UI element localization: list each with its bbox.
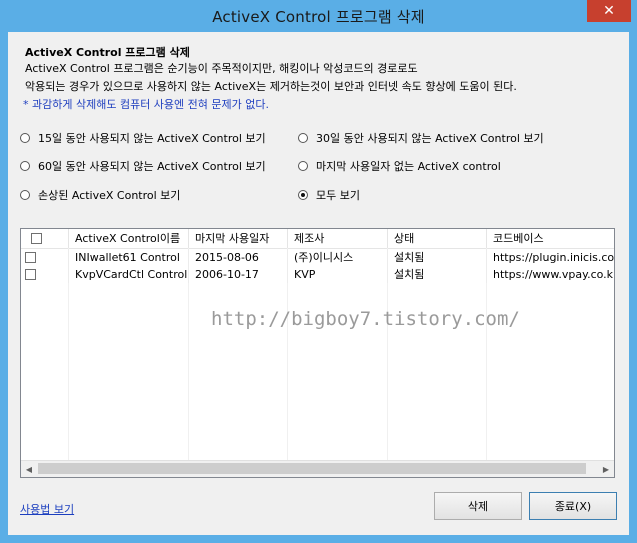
- dialog-body: ActiveX Control 프로그램 삭제 ActiveX Control …: [8, 32, 629, 535]
- cell-last-used: 2006-10-17: [189, 266, 288, 283]
- filter-label: 30일 동안 사용되지 않는 ActiveX Control 보기: [316, 132, 544, 145]
- description-line-2: 악용되는 경우가 있으므로 사용하지 않는 ActiveX는 제거하는것이 보안…: [25, 80, 517, 93]
- window-title: ActiveX Control 프로그램 삭제: [212, 8, 425, 26]
- watermark-text: http://bigboy7.tistory.com/: [211, 308, 520, 330]
- cell-status: 설치됨: [388, 266, 487, 283]
- filter-15-days-radio[interactable]: 15일 동안 사용되지 않는 ActiveX Control 보기: [20, 130, 266, 146]
- row-checkbox[interactable]: [25, 269, 36, 280]
- select-all-checkbox[interactable]: [31, 233, 42, 244]
- cell-codebase: https://www.vpay.co.kr: [487, 266, 614, 283]
- row-checkbox-cell[interactable]: [21, 249, 69, 266]
- description-line-1: ActiveX Control 프로그램은 순기능이 주목적이지만, 해킹이나 …: [25, 62, 418, 75]
- radio-indicator-selected: [298, 190, 308, 200]
- radio-indicator: [20, 190, 30, 200]
- app-window: ActiveX Control 프로그램 삭제 ✕ ActiveX Contro…: [0, 0, 637, 543]
- filter-30-days-radio[interactable]: 30일 동안 사용되지 않는 ActiveX Control 보기: [298, 130, 544, 146]
- radio-indicator: [20, 161, 30, 171]
- scroll-right-icon[interactable]: ▶: [598, 461, 614, 477]
- radio-indicator: [20, 133, 30, 143]
- close-window-button[interactable]: ✕: [587, 0, 631, 22]
- cell-status: 설치됨: [388, 249, 487, 266]
- horizontal-scrollbar[interactable]: ◀ ▶: [21, 460, 614, 477]
- filter-damaged-radio[interactable]: 손상된 ActiveX Control 보기: [20, 187, 180, 203]
- row-checkbox[interactable]: [25, 252, 36, 263]
- filter-show-all-radio[interactable]: 모두 보기: [298, 187, 360, 203]
- delete-button[interactable]: 삭제: [434, 492, 522, 520]
- table-row[interactable]: INIwallet61 Control 2015-08-06 (주)이니시스 설…: [21, 249, 614, 266]
- exit-button[interactable]: 종료(X): [529, 492, 617, 520]
- filter-label: 마지막 사용일자 없는 ActiveX control: [316, 160, 501, 173]
- filter-60-days-radio[interactable]: 60일 동안 사용되지 않는 ActiveX Control 보기: [20, 158, 266, 174]
- title-bar[interactable]: ActiveX Control 프로그램 삭제 ✕: [0, 0, 637, 32]
- filter-label: 모두 보기: [316, 189, 360, 202]
- column-header-last-used[interactable]: 마지막 사용일자: [189, 229, 288, 248]
- filter-label: 15일 동안 사용되지 않는 ActiveX Control 보기: [38, 132, 266, 145]
- column-header-codebase[interactable]: 코드베이스: [487, 229, 614, 248]
- note-text: * 과감하게 삭제해도 컴퓨터 사용엔 전혀 문제가 없다.: [23, 98, 269, 111]
- filter-label: 60일 동안 사용되지 않는 ActiveX Control 보기: [38, 160, 266, 173]
- table-row[interactable]: KvpVCardCtl Control 2006-10-17 KVP 설치됨 h…: [21, 266, 614, 283]
- radio-indicator: [298, 133, 308, 143]
- help-link[interactable]: 사용법 보기: [20, 501, 74, 517]
- scroll-left-icon[interactable]: ◀: [21, 461, 37, 477]
- cell-vendor: KVP: [288, 266, 388, 283]
- cell-vendor: (주)이니시스: [288, 249, 388, 266]
- activex-list[interactable]: ActiveX Control이름 마지막 사용일자 제조사 상태 코드베이스 …: [20, 228, 615, 478]
- section-title: ActiveX Control 프로그램 삭제: [25, 46, 190, 59]
- filter-no-date-radio[interactable]: 마지막 사용일자 없는 ActiveX control: [298, 158, 501, 174]
- scrollbar-thumb[interactable]: [38, 463, 586, 474]
- cell-last-used: 2015-08-06: [189, 249, 288, 266]
- column-header-name[interactable]: ActiveX Control이름: [69, 229, 189, 248]
- cell-name: KvpVCardCtl Control: [69, 266, 189, 283]
- cell-name: INIwallet61 Control: [69, 249, 189, 266]
- column-header-select-all[interactable]: [21, 229, 69, 248]
- column-header-status[interactable]: 상태: [388, 229, 487, 248]
- radio-indicator: [298, 161, 308, 171]
- filter-label: 손상된 ActiveX Control 보기: [38, 189, 181, 202]
- list-header: ActiveX Control이름 마지막 사용일자 제조사 상태 코드베이스: [21, 229, 614, 249]
- column-header-vendor[interactable]: 제조사: [288, 229, 388, 248]
- cell-codebase: https://plugin.inicis.com/: [487, 249, 614, 266]
- row-checkbox-cell[interactable]: [21, 266, 69, 283]
